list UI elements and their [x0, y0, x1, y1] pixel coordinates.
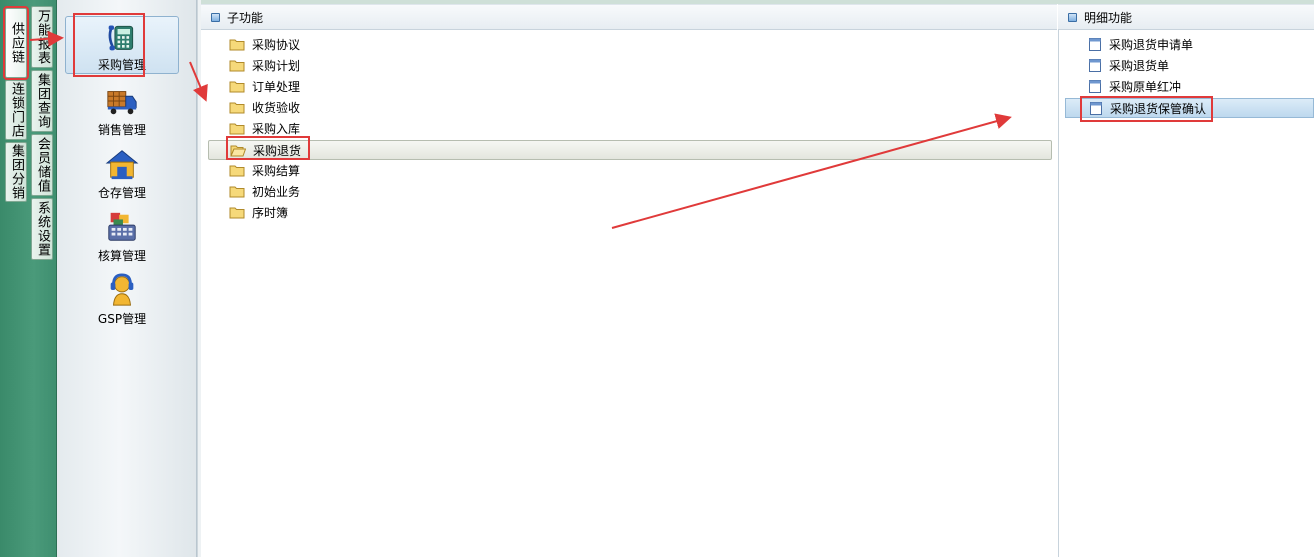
rail-tab-universal-reports[interactable]: 万能报表	[31, 6, 53, 68]
detail-header: 明细功能	[1058, 4, 1314, 30]
detail-label: 采购退货申请单	[1109, 37, 1194, 52]
folder-icon	[229, 81, 245, 92]
folder-icon	[229, 60, 245, 71]
header-square-icon	[211, 12, 220, 22]
subfunction-item[interactable]: 采购计划	[229, 55, 300, 75]
module-label: 核算管理	[97, 249, 146, 263]
detail-item-selected[interactable]: 采购退货保管确认	[1065, 98, 1314, 118]
rail-tab-member-stored-value[interactable]: 会员储值	[31, 134, 53, 196]
subfunction-item[interactable]: 采购结算	[229, 160, 300, 180]
support-agent-icon	[110, 273, 134, 306]
subfunction-label: 订单处理	[252, 79, 301, 94]
subfunction-label: 初始业务	[252, 184, 301, 199]
document-icon	[1089, 37, 1101, 51]
module-label: 仓存管理	[97, 186, 146, 200]
subfunction-title: 子功能	[227, 10, 264, 25]
detail-panel: 采购退货申请单 采购退货单 采购原单红冲 采购退货保管确认	[1058, 30, 1314, 557]
annotation-box-purchase	[73, 13, 145, 77]
subfunction-item[interactable]: 序时簿	[229, 202, 288, 222]
header-square-icon	[1068, 12, 1077, 22]
detail-item[interactable]: 采购退货单	[1089, 55, 1169, 75]
subfunction-item[interactable]: 订单处理	[229, 76, 300, 96]
subfunction-panel: 采购协议 采购计划 订单处理 收货验收 采购入库 采购退货 采购结算 初始业务 …	[201, 30, 1057, 557]
detail-label: 采购原单红冲	[1109, 79, 1182, 94]
module-label: 销售管理	[97, 123, 146, 137]
subfunction-label: 采购协议	[252, 37, 301, 52]
subfunction-item[interactable]: 收货验收	[229, 97, 300, 117]
rail-tab-group-query[interactable]: 集团查询	[31, 70, 53, 132]
folder-icon	[229, 39, 245, 50]
subfunction-label: 采购退货	[253, 143, 302, 158]
rail-tab-chain-stores[interactable]: 连锁门店	[5, 80, 27, 140]
subfunction-label: 采购结算	[252, 163, 301, 178]
subfunction-label: 序时簿	[252, 205, 289, 220]
subfunction-label: 采购入库	[252, 121, 301, 136]
subfunction-item[interactable]: 采购入库	[229, 118, 300, 138]
subfunction-item-selected[interactable]: 采购退货	[208, 140, 1052, 160]
left-module-rail: 供应链 连锁门店 集团分销 万能报表 集团查询 会员储值 系统设置	[0, 0, 57, 557]
detail-label: 采购退货保管确认	[1110, 101, 1207, 116]
rail-column-primary: 供应链 连锁门店 集团分销	[3, 6, 29, 204]
module-warehouse-management[interactable]: 仓存管理	[65, 143, 179, 201]
document-icon	[1089, 58, 1101, 72]
subfunction-item[interactable]: 初始业务	[229, 181, 300, 201]
folder-icon	[229, 102, 245, 113]
open-folder-icon	[230, 145, 246, 156]
folder-icon	[229, 123, 245, 134]
subfunction-label: 采购计划	[252, 58, 301, 73]
rail-tab-group-distribution[interactable]: 集团分销	[5, 142, 27, 202]
cash-register-icon	[108, 212, 136, 241]
detail-item[interactable]: 采购退货申请单	[1089, 34, 1193, 54]
module-list: 采购管理 销售管理 仓存管理 核算管理 GSP管理	[57, 0, 197, 557]
folder-icon	[229, 207, 245, 218]
delivery-truck-icon	[107, 91, 137, 115]
module-label: GSP管理	[97, 312, 147, 326]
rail-column-secondary: 万能报表 集团查询 会员储值 系统设置	[31, 6, 54, 262]
module-sales-management[interactable]: 销售管理	[65, 80, 179, 138]
folder-icon	[229, 165, 245, 176]
module-gsp-management[interactable]: GSP管理	[65, 269, 179, 327]
document-icon	[1089, 79, 1101, 93]
detail-label: 采购退货单	[1109, 58, 1170, 73]
detail-title: 明细功能	[1084, 10, 1133, 25]
subfunction-header: 子功能	[201, 4, 1057, 30]
folder-icon	[229, 186, 245, 197]
subfunction-label: 收货验收	[252, 100, 301, 115]
warehouse-house-icon	[105, 150, 139, 180]
module-accounting-management[interactable]: 核算管理	[65, 206, 179, 264]
rail-tab-system-settings[interactable]: 系统设置	[31, 198, 53, 260]
rail-tab-supply-chain[interactable]: 供应链	[3, 6, 29, 80]
detail-item[interactable]: 采购原单红冲	[1089, 76, 1181, 96]
document-icon	[1090, 101, 1102, 115]
subfunction-item[interactable]: 采购协议	[229, 34, 300, 54]
